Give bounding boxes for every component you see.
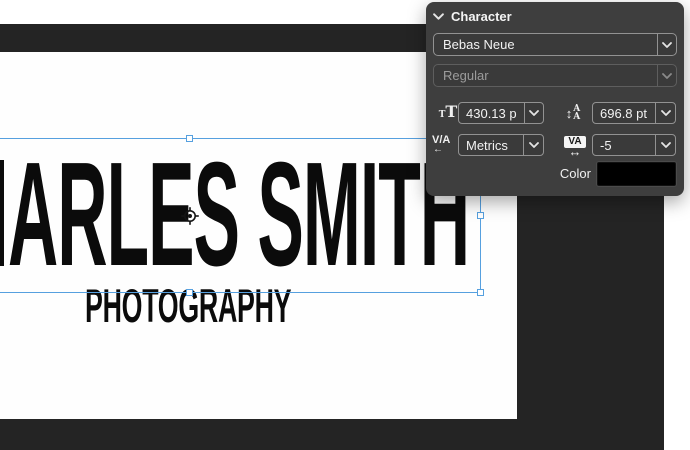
font-style-dropdown[interactable]: Regular <box>433 64 677 87</box>
kerning-field[interactable]: Metrics <box>458 134 544 156</box>
kerning-icon: V/A ← <box>432 132 458 157</box>
font-size-chevron-icon[interactable] <box>524 103 543 123</box>
font-size-value: 430.13 p <box>459 106 524 121</box>
app-canvas-viewport: ARLES SMITH PHOTOGRAPHY Character Bebas … <box>0 0 690 450</box>
font-size-icon: TT <box>436 102 460 124</box>
font-style-value: Regular <box>434 68 657 83</box>
font-family-chevron-icon[interactable] <box>657 34 676 55</box>
kerning-value: Metrics <box>459 138 523 153</box>
selection-handle-right-middle[interactable] <box>477 212 484 219</box>
panel-collapse-chevron-icon[interactable] <box>433 13 444 20</box>
character-panel-header: Character <box>433 9 512 24</box>
font-family-value: Bebas Neue <box>434 37 657 52</box>
tracking-chevron-icon[interactable] <box>655 135 675 155</box>
leading-value: 696.8 pt <box>593 106 655 121</box>
selection-handle-top-center[interactable] <box>186 135 193 142</box>
leading-field[interactable]: 696.8 pt <box>592 102 676 124</box>
tracking-value: -5 <box>593 138 655 153</box>
color-swatch[interactable] <box>597 162 676 186</box>
leading-icon: ↕ AA <box>559 101 587 125</box>
panel-title: Character <box>451 9 512 24</box>
tracking-field[interactable]: -5 <box>592 134 676 156</box>
tracking-icon: VA ↔ <box>562 134 588 158</box>
kerning-chevron-icon[interactable] <box>523 135 543 155</box>
font-family-dropdown[interactable]: Bebas Neue <box>433 33 677 56</box>
transform-reference-point-icon[interactable] <box>180 206 200 231</box>
selection-handle-bottom-right[interactable] <box>477 289 484 296</box>
selection-bounding-box <box>0 138 481 293</box>
selection-handle-bottom-center[interactable] <box>186 289 193 296</box>
font-style-chevron-icon <box>657 65 676 86</box>
leading-chevron-icon[interactable] <box>655 103 675 123</box>
font-size-field[interactable]: 430.13 p <box>458 102 544 124</box>
color-label: Color <box>544 166 591 181</box>
character-panel: Character Bebas Neue Regular TT 430.13 p… <box>426 2 684 196</box>
